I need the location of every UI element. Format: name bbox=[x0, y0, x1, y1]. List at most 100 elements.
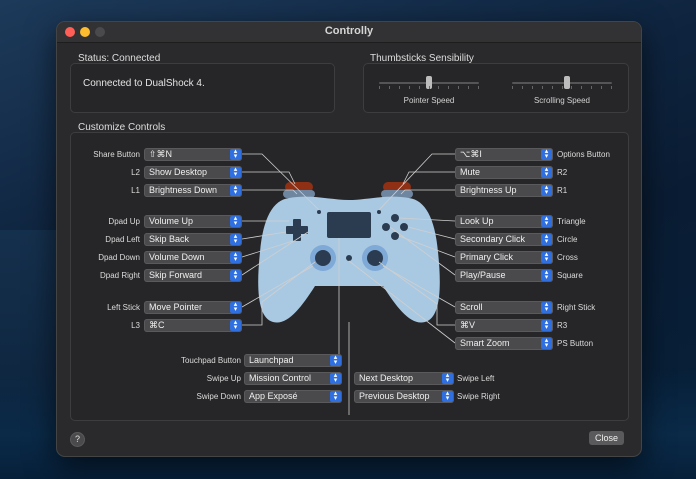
dpad-left-value: Skip Back bbox=[149, 234, 190, 244]
controlly-window: Controlly Status: Connected Connected to… bbox=[56, 21, 642, 457]
chevron-updown-icon: ▴ ▾ bbox=[230, 166, 241, 178]
r1-label: R1 bbox=[557, 186, 568, 195]
swipe-left-value: Next Desktop bbox=[359, 373, 414, 383]
square-popup[interactable]: Play/Pause ▴ ▾ bbox=[455, 269, 553, 282]
chevron-updown-icon: ▴ ▾ bbox=[541, 233, 552, 245]
ps-button-popup[interactable]: Smart Zoom ▴ ▾ bbox=[455, 337, 553, 350]
l2-popup[interactable]: Show Desktop ▴ ▾ bbox=[144, 166, 242, 179]
chevron-updown-icon: ▴ ▾ bbox=[230, 233, 241, 245]
options-button-popup[interactable]: ⌥⌘I ▴ ▾ bbox=[455, 148, 553, 161]
chevron-updown-icon: ▴ ▾ bbox=[442, 390, 453, 402]
circle-popup[interactable]: Secondary Click ▴ ▾ bbox=[455, 233, 553, 246]
chevron-updown-icon: ▴ ▾ bbox=[541, 166, 552, 178]
circle-value: Secondary Click bbox=[460, 234, 526, 244]
swipe-down-label: Swipe Down bbox=[196, 392, 241, 401]
cross-value: Primary Click bbox=[460, 252, 513, 262]
r1-popup[interactable]: Brightness Up ▴ ▾ bbox=[455, 184, 553, 197]
options-button-value: ⌥⌘I bbox=[460, 149, 482, 159]
chevron-updown-icon: ▴ ▾ bbox=[541, 301, 552, 313]
ps-button-shape bbox=[346, 255, 352, 261]
l2-value: Show Desktop bbox=[149, 167, 208, 177]
square-value: Play/Pause bbox=[460, 270, 506, 280]
swipe-up-label: Swipe Up bbox=[206, 374, 241, 383]
dpad-up-label: Dpad Up bbox=[108, 217, 140, 226]
l1-popup[interactable]: Brightness Down ▴ ▾ bbox=[144, 184, 242, 197]
swipe-right-label: Swipe Right bbox=[457, 392, 500, 401]
chevron-updown-icon: ▴ ▾ bbox=[230, 251, 241, 263]
right-stick-popup[interactable]: Scroll ▴ ▾ bbox=[455, 301, 553, 314]
dpad-right-label: Dpad Right bbox=[99, 271, 140, 280]
dpad-down-popup[interactable]: Volume Down ▴ ▾ bbox=[144, 251, 242, 264]
chevron-updown-icon: ▴ ▾ bbox=[230, 148, 241, 160]
chevron-updown-icon: ▴ ▾ bbox=[541, 184, 552, 196]
ps-button-value: Smart Zoom bbox=[460, 338, 510, 348]
triangle-button-shape bbox=[391, 214, 399, 222]
l3-popup[interactable]: ⌘C ▴ ▾ bbox=[144, 319, 242, 332]
left-stick-popup[interactable]: Move Pointer ▴ ▾ bbox=[144, 301, 242, 314]
triangle-value: Look Up bbox=[460, 216, 494, 226]
left-stick-label: Left Stick bbox=[107, 303, 140, 312]
dpad-right-popup[interactable]: Skip Forward ▴ ▾ bbox=[144, 269, 242, 282]
r3-popup[interactable]: ⌘V ▴ ▾ bbox=[455, 319, 553, 332]
r2-label: R2 bbox=[557, 168, 568, 177]
help-button[interactable]: ? bbox=[70, 432, 85, 447]
swipe-right-popup[interactable]: Previous Desktop ▴ ▾ bbox=[354, 390, 454, 403]
r3-value: ⌘V bbox=[460, 320, 476, 330]
l1-label: L1 bbox=[131, 186, 140, 195]
l3-label: L3 bbox=[131, 321, 140, 330]
right-stick-value: Scroll bbox=[460, 302, 483, 312]
dpad-left-label: Dpad Left bbox=[105, 235, 140, 244]
chevron-updown-icon: ▴ ▾ bbox=[541, 251, 552, 263]
chevron-updown-icon: ▴ ▾ bbox=[230, 184, 241, 196]
chevron-updown-icon: ▴ ▾ bbox=[541, 337, 552, 349]
chevron-updown-icon: ▴ ▾ bbox=[230, 215, 241, 227]
touchpad-shape bbox=[327, 212, 371, 238]
dpad-left-popup[interactable]: Skip Back ▴ ▾ bbox=[144, 233, 242, 246]
swipe-left-label: Swipe Left bbox=[457, 374, 495, 383]
dpad-right-value: Skip Forward bbox=[149, 270, 203, 280]
dpad-down-value: Volume Down bbox=[149, 252, 205, 262]
chevron-updown-icon: ▴ ▾ bbox=[541, 269, 552, 281]
touchpad-button-label: Touchpad Button bbox=[180, 356, 241, 365]
swipe-right-value: Previous Desktop bbox=[359, 391, 430, 401]
options-button-shape bbox=[377, 210, 381, 214]
dpad-up-popup[interactable]: Volume Up ▴ ▾ bbox=[144, 215, 242, 228]
chevron-updown-icon: ▴ ▾ bbox=[330, 372, 341, 384]
r2-popup[interactable]: Mute ▴ ▾ bbox=[455, 166, 553, 179]
share-button-popup[interactable]: ⇧⌘N ▴ ▾ bbox=[144, 148, 242, 161]
share-button-value: ⇧⌘N bbox=[149, 149, 173, 159]
chevron-updown-icon: ▴ ▾ bbox=[330, 354, 341, 366]
l1-value: Brightness Down bbox=[149, 185, 218, 195]
cross-popup[interactable]: Primary Click ▴ ▾ bbox=[455, 251, 553, 264]
touchpad-button-value: Launchpad bbox=[249, 355, 294, 365]
ps-button-label: PS Button bbox=[557, 339, 594, 348]
chevron-updown-icon: ▴ ▾ bbox=[541, 215, 552, 227]
left-stick-shape bbox=[315, 250, 331, 266]
close-button[interactable]: Close bbox=[589, 431, 624, 445]
circle-button-shape bbox=[400, 223, 408, 231]
swipe-left-popup[interactable]: Next Desktop ▴ ▾ bbox=[354, 372, 454, 385]
triangle-popup[interactable]: Look Up ▴ ▾ bbox=[455, 215, 553, 228]
r3-label: R3 bbox=[557, 321, 568, 330]
swipe-up-value: Mission Control bbox=[249, 373, 312, 383]
square-button-shape bbox=[382, 223, 390, 231]
chevron-updown-icon: ▴ ▾ bbox=[442, 372, 453, 384]
swipe-up-popup[interactable]: Mission Control ▴ ▾ bbox=[244, 372, 342, 385]
circle-label: Circle bbox=[557, 235, 578, 244]
swipe-down-value: App Exposé bbox=[249, 391, 298, 401]
touchpad-button-popup[interactable]: Launchpad ▴ ▾ bbox=[244, 354, 342, 367]
cross-label: Cross bbox=[557, 253, 578, 262]
chevron-updown-icon: ▴ ▾ bbox=[541, 319, 552, 331]
options-button-label: Options Button bbox=[557, 150, 610, 159]
dpad-down-label: Dpad Down bbox=[98, 253, 140, 262]
l3-value: ⌘C bbox=[149, 320, 165, 330]
share-button-shape bbox=[317, 210, 321, 214]
r1-value: Brightness Up bbox=[460, 185, 517, 195]
chevron-updown-icon: ▴ ▾ bbox=[230, 269, 241, 281]
square-label: Square bbox=[557, 271, 583, 280]
swipe-down-popup[interactable]: App Exposé ▴ ▾ bbox=[244, 390, 342, 403]
triangle-label: Triangle bbox=[557, 217, 586, 226]
right-stick-label: Right Stick bbox=[557, 303, 596, 312]
chevron-updown-icon: ▴ ▾ bbox=[330, 390, 341, 402]
chevron-updown-icon: ▴ ▾ bbox=[230, 301, 241, 313]
